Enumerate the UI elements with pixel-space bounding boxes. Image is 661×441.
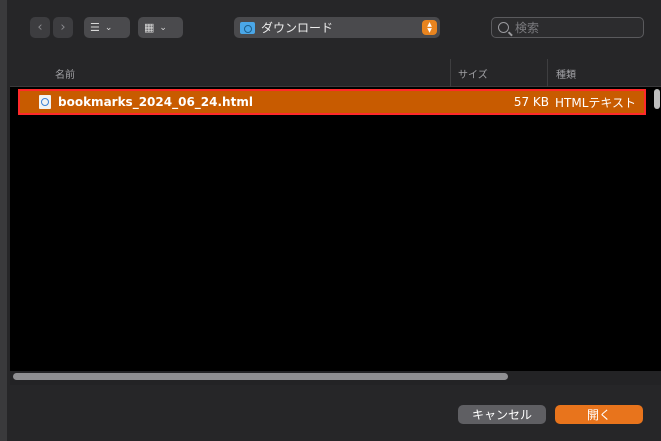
- column-header-size[interactable]: サイズ: [450, 59, 540, 87]
- grid-view-button[interactable]: ▦ ⌄: [138, 17, 183, 38]
- chevron-down-icon: ⌄: [104, 22, 113, 33]
- open-button[interactable]: 開く: [555, 405, 643, 424]
- downloads-folder-icon: [240, 21, 255, 34]
- forward-button[interactable]: ›: [53, 17, 73, 38]
- location-popup[interactable]: ダウンロード ▲ ▼: [234, 17, 440, 38]
- chevron-right-icon: ›: [60, 20, 66, 35]
- location-label: ダウンロード: [261, 21, 334, 35]
- column-header-name[interactable]: 名前: [55, 59, 450, 87]
- file-kind: HTMLテキスト: [555, 95, 637, 110]
- column-header-kind[interactable]: 種類: [547, 59, 657, 87]
- column-header: 名前 サイズ 種類: [10, 59, 661, 87]
- sidebar-edge: [0, 0, 7, 441]
- file-open-dialog: ‹ › ☰ ⌄ ▦ ⌄ ダウンロード ▲ ▼ 検索 名前 サイズ 種類 book…: [0, 0, 661, 441]
- file-size: 57 KB: [513, 95, 549, 109]
- list-view-button[interactable]: ☰ ⌄: [84, 17, 130, 38]
- chevron-left-icon: ‹: [37, 20, 43, 35]
- cancel-button[interactable]: キャンセル: [458, 405, 546, 424]
- vertical-scrollbar[interactable]: [654, 89, 660, 109]
- navigation-buttons: ‹ ›: [30, 17, 76, 38]
- list-icon: ☰: [90, 21, 100, 34]
- search-input[interactable]: [515, 20, 635, 35]
- html-file-icon: [39, 95, 51, 109]
- grid-icon: ▦: [144, 21, 155, 34]
- file-list: bookmarks_2024_06_24.html 57 KB HTMLテキスト: [10, 89, 655, 115]
- search-icon: [498, 22, 509, 33]
- search-box[interactable]: [491, 17, 644, 38]
- toolbar: ‹ › ☰ ⌄ ▦ ⌄ ダウンロード ▲ ▼: [0, 0, 661, 56]
- file-browser: 名前 サイズ 種類 bookmarks_2024_06_24.html 57 K…: [10, 59, 661, 385]
- file-name: bookmarks_2024_06_24.html: [58, 95, 253, 109]
- file-row-selected[interactable]: bookmarks_2024_06_24.html 57 KB HTMLテキスト: [18, 89, 646, 115]
- chevron-down-icon: ⌄: [159, 22, 167, 33]
- up-down-chevron-icon: ▲ ▼: [422, 20, 437, 35]
- back-button[interactable]: ‹: [30, 17, 50, 38]
- horizontal-scrollbar[interactable]: [13, 373, 508, 380]
